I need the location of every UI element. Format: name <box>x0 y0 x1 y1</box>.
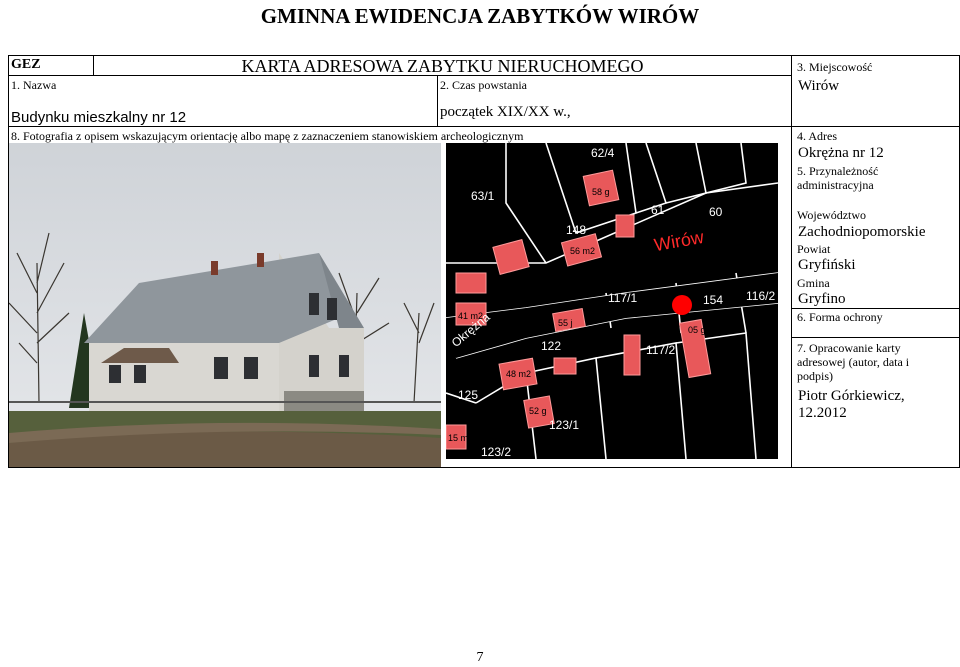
map-area-label: 55 j <box>558 318 573 328</box>
gez-label: GEZ <box>11 57 41 72</box>
author-label: 7. Opracowanie karty adresowej (autor, d… <box>797 341 910 383</box>
commune-label: Gmina <box>797 276 830 290</box>
house-photo <box>9 143 441 467</box>
map-area-label: 48 m2 <box>506 369 532 379</box>
voivodeship-value: Zachodniopomorskie <box>798 224 926 240</box>
name-period-divider <box>437 75 438 126</box>
map-area-label: 15 m <box>448 433 469 443</box>
row-divider-3 <box>791 308 960 309</box>
commune-value: Gryfino <box>798 291 846 307</box>
map-parcel-label: 117/1 <box>608 291 638 305</box>
locality-value: Wirów <box>798 78 840 94</box>
row-divider-2 <box>8 126 960 127</box>
map-parcel-label: 148 <box>566 223 587 237</box>
county-value: Gryfiński <box>798 257 856 273</box>
address-label: 4. Adres <box>797 129 837 143</box>
voivodeship-label: Województwo <box>797 208 867 222</box>
name-label: 1. Nazwa <box>11 78 57 92</box>
map-parcel-label: 122 <box>541 339 562 353</box>
author-value: Piotr Górkiewicz, 12.2012 <box>798 388 905 421</box>
table-border-bottom <box>8 467 960 468</box>
row-divider-4 <box>791 337 960 338</box>
cadastral-map: 62/4 63/1 61 60 148 117/1 154 116/2 122 … <box>446 143 778 459</box>
map-parcel-label: 61 <box>651 203 665 217</box>
map-parcel-label: 63/1 <box>471 189 495 203</box>
map-parcel-label: 60 <box>709 205 723 219</box>
protection-label: 6. Forma ochrony <box>797 310 883 324</box>
right-column-divider <box>791 55 792 468</box>
locality-label: 3. Miejscowość <box>797 60 873 74</box>
map-area-label: 58 g <box>592 187 610 197</box>
map-parcel-label: 125 <box>458 388 479 402</box>
page-number: 7 <box>476 650 484 665</box>
period-label: 2. Czas powstania <box>440 78 527 92</box>
map-parcel-label: 62/4 <box>591 146 615 160</box>
period-value: początek XIX/XX w., <box>440 104 571 120</box>
name-value: Budynku mieszkalny nr 12 <box>11 109 187 126</box>
address-value: Okrężna nr 12 <box>798 145 884 161</box>
map-parcel-label: 116/2 <box>746 289 776 303</box>
county-label: Powiat <box>797 242 831 256</box>
map-area-label: 56 m2 <box>570 246 596 256</box>
map-parcel-label: 117/2 <box>646 343 676 357</box>
page-title: GMINNA EWIDENCJA ZABYTKÓW WIRÓW <box>260 4 700 28</box>
map-parcel-label: 154 <box>703 293 724 307</box>
map-area-label: 05 g <box>688 325 706 335</box>
map-parcel-label: 123/2 <box>481 445 512 459</box>
map-area-label: 52 g <box>529 406 547 416</box>
admin-label: 5. Przynależność administracyjna <box>797 164 879 192</box>
map-parcel-label: 123/1 <box>549 418 580 432</box>
photo-label: 8. Fotografia z opisem wskazującym orien… <box>11 129 524 143</box>
card-title: KARTA ADRESOWA ZABYTKU NIERUCHOMEGO <box>241 56 644 76</box>
